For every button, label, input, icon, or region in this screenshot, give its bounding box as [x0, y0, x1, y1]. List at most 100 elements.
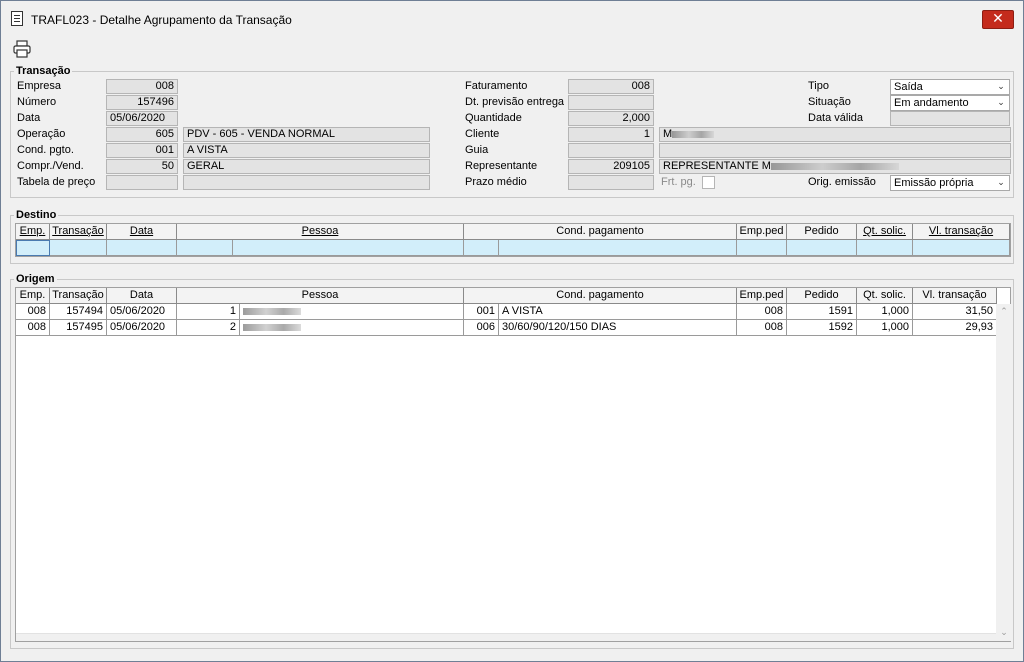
cell-emp-ped[interactable]: 008 [737, 304, 787, 320]
redacted-block [672, 130, 715, 138]
origem-title: Origem [14, 273, 57, 285]
cell-pedido[interactable]: 1592 [787, 320, 857, 336]
col-header-cond-pagamento[interactable]: Cond. pagamento [464, 224, 737, 240]
representante-code-field[interactable]: 209105 [568, 159, 654, 174]
grid-cell[interactable] [913, 240, 1010, 256]
data-field[interactable]: 05/06/2020 [106, 111, 178, 126]
col-header-pedido[interactable]: Pedido [787, 224, 857, 240]
cond-pgto-desc-field[interactable]: A VISTA [183, 143, 430, 158]
col-header-pedido[interactable]: Pedido [787, 288, 857, 304]
col-header-transacao[interactable]: Transação [50, 288, 107, 304]
cell-data[interactable]: 05/06/2020 [107, 304, 177, 320]
cell-data[interactable]: 05/06/2020 [107, 320, 177, 336]
origem-grid[interactable]: Emp. Transação Data Pessoa Cond. pagamen… [15, 287, 1012, 642]
chevron-down-icon[interactable]: ⌄ [995, 80, 1007, 94]
tabela-preco-code-field[interactable] [106, 175, 178, 190]
destino-grid[interactable]: Emp. Transação Data Pessoa Cond. pagamen… [15, 223, 1011, 257]
cell-vl-transacao[interactable]: 31,50 [913, 304, 997, 320]
grid-cell[interactable] [107, 240, 177, 256]
grid-cell[interactable] [177, 240, 233, 256]
cell-qt-solic[interactable]: 1,000 [857, 320, 913, 336]
col-header-emp[interactable]: Emp. [16, 224, 50, 240]
prazo-medio-field[interactable] [568, 175, 654, 190]
col-header-data[interactable]: Data [107, 224, 177, 240]
guia-code-field[interactable] [568, 143, 654, 158]
col-header-emp-ped[interactable]: Emp.ped [737, 288, 787, 304]
col-header-pessoa[interactable]: Pessoa [177, 288, 464, 304]
redacted-block [770, 162, 899, 170]
col-header-qt-solic[interactable]: Qt. solic. [857, 224, 913, 240]
operacao-desc-field[interactable]: PDV - 605 - VENDA NORMAL [183, 127, 430, 142]
cell-qt-solic[interactable]: 1,000 [857, 304, 913, 320]
chevron-down-icon[interactable]: ⌄ [995, 176, 1007, 190]
cell-pessoa-name[interactable] [240, 304, 464, 320]
toolbar [2, 32, 1022, 64]
orig-emissao-select[interactable]: Emissão própria ⌄ [890, 175, 1010, 191]
grid-cell[interactable] [50, 240, 107, 256]
empresa-label: Empresa [17, 80, 62, 92]
tabela-preco-desc-field[interactable] [183, 175, 430, 190]
cell-transacao[interactable]: 157494 [50, 304, 107, 320]
representante-name-text: REPRESENTANTE M [663, 160, 771, 172]
operacao-code-field[interactable]: 605 [106, 127, 178, 142]
cliente-name-field[interactable]: M [659, 127, 1011, 142]
grid-cell[interactable] [16, 240, 50, 256]
prazo-medio-label: Prazo médio [465, 176, 527, 188]
faturamento-field[interactable]: 008 [568, 79, 654, 94]
col-header-emp-ped[interactable]: Emp.ped [737, 224, 787, 240]
scroll-down-icon[interactable]: ⌄ [996, 625, 1012, 641]
cell-cond-code[interactable]: 001 [464, 304, 499, 320]
compr-vend-desc-field[interactable]: GERAL [183, 159, 430, 174]
numero-field[interactable]: 157496 [106, 95, 178, 110]
cliente-label: Cliente [465, 128, 500, 140]
data-valida-field[interactable] [890, 111, 1010, 126]
cell-emp-ped[interactable]: 008 [737, 320, 787, 336]
col-header-vl-transacao[interactable]: Vl. transação [913, 224, 1010, 240]
cell-pessoa-code[interactable]: 2 [177, 320, 240, 336]
grid-cell[interactable] [464, 240, 499, 256]
horizontal-scrollbar[interactable] [16, 633, 996, 641]
cell-cond-code[interactable]: 006 [464, 320, 499, 336]
cell-emp[interactable]: 008 [16, 304, 50, 320]
compr-vend-code-field[interactable]: 50 [106, 159, 178, 174]
tabela-preco-label: Tabela de preço [17, 176, 96, 188]
redacted-block [243, 307, 301, 315]
scroll-up-icon[interactable]: ⌃ [996, 304, 1012, 320]
cell-pessoa-name[interactable] [240, 320, 464, 336]
col-header-emp[interactable]: Emp. [16, 288, 50, 304]
grid-cell[interactable] [233, 240, 464, 256]
printer-icon[interactable] [13, 40, 31, 58]
col-header-vl-transacao[interactable]: Vl. transação [913, 288, 997, 304]
window-title: TRAFL023 - Detalhe Agrupamento da Transa… [31, 13, 292, 27]
col-header-transacao[interactable]: Transação [50, 224, 107, 240]
cell-pessoa-code[interactable]: 1 [177, 304, 240, 320]
vertical-scrollbar[interactable]: ⌃ ⌄ [996, 304, 1012, 641]
cell-transacao[interactable]: 157495 [50, 320, 107, 336]
situacao-select[interactable]: Em andamento ⌄ [890, 95, 1010, 111]
cell-emp[interactable]: 008 [16, 320, 50, 336]
main-window: TRAFL023 - Detalhe Agrupamento da Transa… [0, 0, 1024, 662]
chevron-down-icon[interactable]: ⌄ [995, 96, 1007, 110]
col-header-qt-solic[interactable]: Qt. solic. [857, 288, 913, 304]
quantidade-field[interactable]: 2,000 [568, 111, 654, 126]
cell-pedido[interactable]: 1591 [787, 304, 857, 320]
grid-cell[interactable] [787, 240, 857, 256]
tipo-select[interactable]: Saída ⌄ [890, 79, 1010, 95]
dt-previsao-field[interactable] [568, 95, 654, 110]
cliente-code-field[interactable]: 1 [568, 127, 654, 142]
cell-cond-desc[interactable]: A VISTA [499, 304, 737, 320]
grid-cell[interactable] [737, 240, 787, 256]
empresa-field[interactable]: 008 [106, 79, 178, 94]
col-header-pessoa[interactable]: Pessoa [177, 224, 464, 240]
grid-cell[interactable] [499, 240, 737, 256]
frt-pg-checkbox[interactable] [702, 176, 715, 189]
grid-cell[interactable] [857, 240, 913, 256]
col-header-data[interactable]: Data [107, 288, 177, 304]
cond-pgto-code-field[interactable]: 001 [106, 143, 178, 158]
guia-desc-field[interactable] [659, 143, 1011, 158]
close-button[interactable]: ✕ [982, 10, 1014, 29]
representante-name-field[interactable]: REPRESENTANTE M [659, 159, 1011, 174]
col-header-cond-pagamento[interactable]: Cond. pagamento [464, 288, 737, 304]
cell-vl-transacao[interactable]: 29,93 [913, 320, 997, 336]
cell-cond-desc[interactable]: 30/60/90/120/150 DIAS [499, 320, 737, 336]
